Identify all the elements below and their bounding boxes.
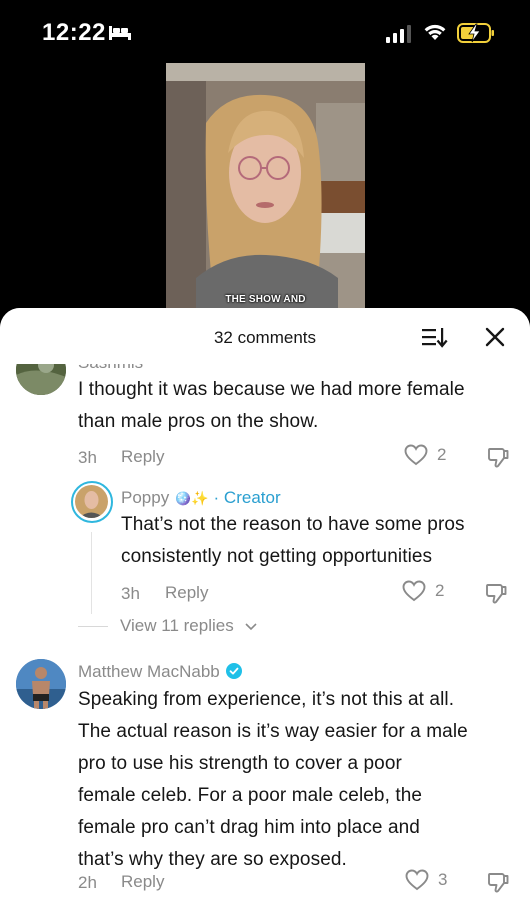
chevron-down-icon	[245, 623, 257, 631]
wifi-icon	[424, 24, 446, 40]
comment-text-line: The actual reason is it’s way easier for…	[78, 721, 468, 742]
creator-avatar[interactable]	[71, 481, 113, 523]
reply-text: That’s not the reason to have some pros …	[121, 509, 465, 573]
heart-icon	[402, 580, 426, 602]
like-button[interactable]: 2	[404, 444, 446, 466]
like-count: 2	[435, 581, 445, 600]
heart-icon	[404, 444, 428, 466]
comment-timestamp: 3h	[78, 448, 97, 467]
comments-sheet: 32 comments Sashmis I thought it was bec…	[0, 308, 530, 900]
status-time: 12:22	[42, 19, 106, 46]
thread-line	[91, 532, 92, 614]
like-count: 3	[438, 870, 448, 889]
username-emoji: 🪩✨	[173, 491, 209, 507]
comment-text-line: I thought it was because we had more fem…	[78, 379, 465, 400]
like-button[interactable]: 2	[402, 580, 444, 602]
view-replies-link[interactable]: View 11 replies	[120, 616, 234, 636]
comment-timestamp: 2h	[78, 873, 97, 892]
like-button[interactable]: 3	[405, 869, 447, 891]
heart-icon	[405, 869, 429, 891]
reply-username[interactable]: Poppy 🪩✨ · Creator	[121, 488, 281, 508]
sleep-focus-icon	[109, 26, 131, 40]
dislike-icon[interactable]	[486, 871, 510, 895]
video-thumbnail	[166, 63, 365, 318]
reply-button[interactable]: Reply	[121, 872, 164, 892]
comment-text-line: pro to use his strength to cover a poor	[78, 753, 402, 774]
verified-badge-icon	[225, 663, 242, 679]
sort-icon[interactable]	[421, 325, 449, 349]
comment-text-line: Speaking from experience, it’s not this …	[78, 689, 455, 710]
comments-header: 32 comments	[0, 308, 530, 364]
video-player[interactable]: THE SHOW AND	[166, 63, 365, 318]
avatar-image	[16, 659, 66, 709]
dislike-icon[interactable]	[484, 582, 508, 606]
dislike-icon[interactable]	[486, 446, 510, 470]
status-bar: 12:22	[0, 0, 530, 64]
comment-username-text: Matthew MacNabb	[78, 662, 220, 681]
battery-charging-icon	[457, 23, 494, 43]
divider	[78, 626, 108, 627]
reply-username-text: Poppy	[121, 488, 170, 507]
reply-timestamp: 3h	[121, 584, 140, 603]
comment-text: I thought it was because we had more fem…	[78, 374, 465, 438]
like-count: 2	[437, 445, 447, 464]
reply-text-line: That’s not the reason to have some pros	[121, 514, 465, 535]
comment-text-line: than male pros on the show.	[78, 411, 319, 432]
cellular-signal-icon	[386, 25, 411, 43]
comment-count: 32 comments	[213, 328, 317, 347]
reply-text-line: consistently not getting opportunities	[121, 546, 433, 567]
creator-label: · Creator	[213, 488, 281, 507]
avatar[interactable]	[16, 659, 66, 709]
comment-text-line: female pro can’t drag him into place and	[78, 817, 420, 838]
comment-text: Speaking from experience, it’s not this …	[78, 684, 468, 876]
comment-text-line: female celeb. For a poor male celeb, the	[78, 785, 423, 806]
close-icon[interactable]	[485, 327, 505, 347]
creator-avatar-image	[75, 485, 108, 518]
reply-button[interactable]: Reply	[121, 447, 164, 467]
reply-button[interactable]: Reply	[165, 583, 208, 603]
video-caption: THE SHOW AND	[225, 294, 306, 305]
comment-username[interactable]: Matthew MacNabb	[78, 662, 242, 682]
